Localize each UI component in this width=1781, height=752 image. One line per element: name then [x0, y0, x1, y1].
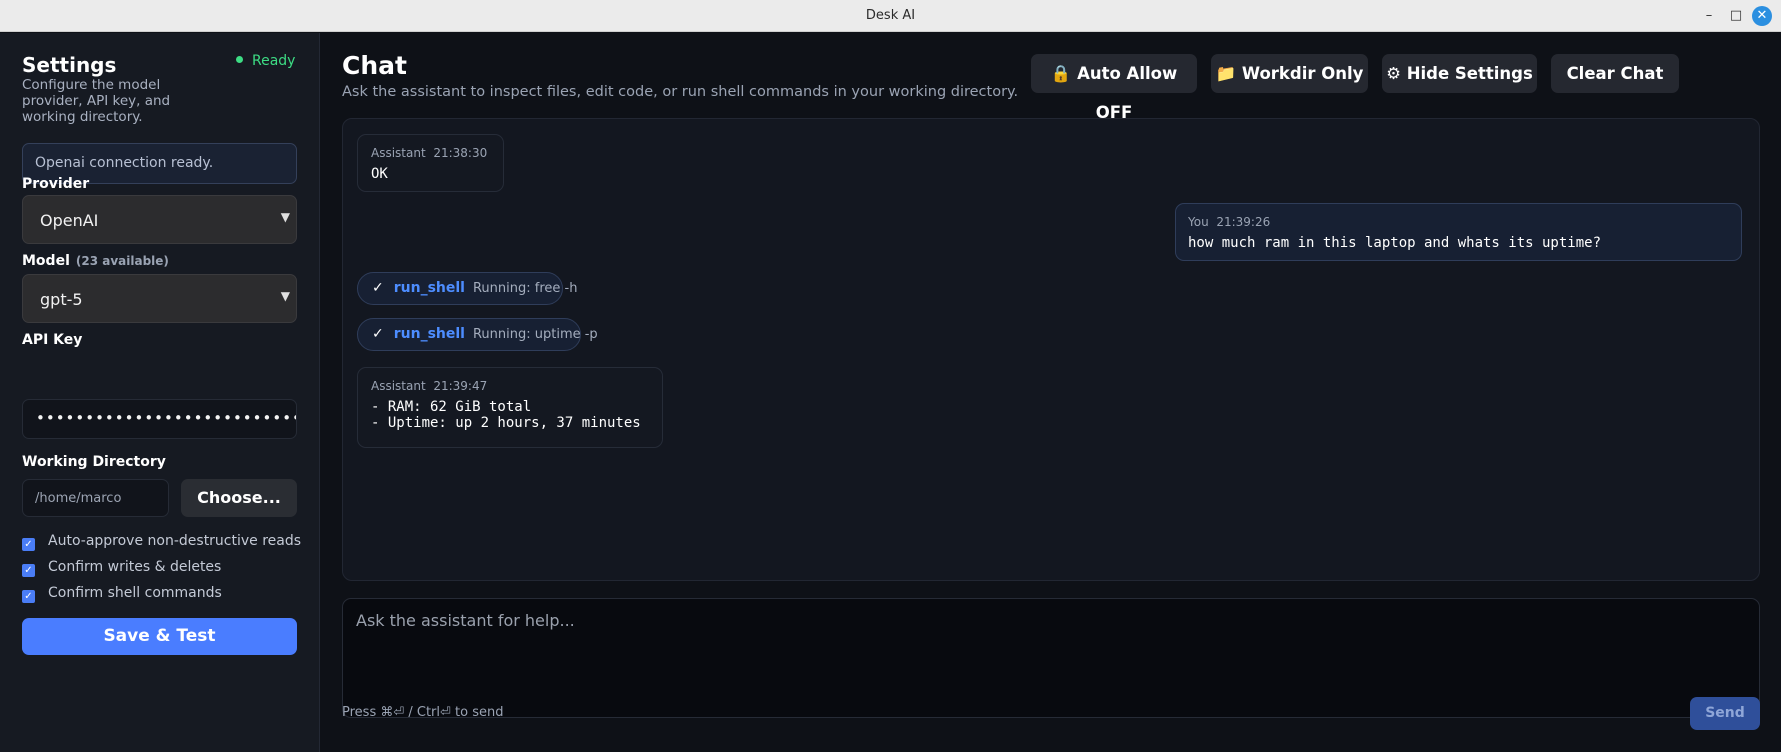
send-hint: Press ⌘⏎ / Ctrl⏎ to send [342, 705, 504, 720]
working-directory-field[interactable]: /home/marco [22, 479, 169, 517]
checkbox-label: Auto-approve non-destructive reads [48, 533, 302, 549]
provider-value: OpenAI [40, 211, 99, 230]
status-badge: Ready [236, 53, 295, 69]
chat-input[interactable]: Ask the assistant for help... ◢ [342, 598, 1760, 718]
message-body: OK [371, 166, 388, 182]
message-body: - RAM: 62 GiB total - Uptime: up 2 hours… [371, 399, 641, 431]
checkbox-checked-icon[interactable]: ✓ [22, 564, 35, 577]
model-select[interactable]: gpt-5 ▼ [22, 274, 297, 323]
auto-allow-button[interactable]: 🔒 Auto Allow OFF [1031, 54, 1197, 122]
chat-messages[interactable]: Assistant 21:38:30 OK You 21:39:26 how m… [342, 118, 1760, 581]
user-message: You 21:39:26 how much ram in this laptop… [1175, 203, 1742, 261]
maximize-icon[interactable]: □ [1726, 6, 1746, 26]
message-time: 21:39:47 [433, 379, 488, 393]
checkbox-checked-icon[interactable]: ✓ [22, 590, 35, 603]
tool-call-chip[interactable]: ✓ run_shell Running: free -h [357, 272, 577, 305]
choose-directory-button[interactable]: Choose... [181, 479, 297, 517]
tool-name: run_shell [393, 280, 465, 296]
settings-description: Configure the model provider, API key, a… [22, 77, 171, 125]
checkbox-label: Confirm writes & deletes [48, 559, 222, 575]
model-label: Model (23 available) [22, 253, 169, 269]
message-body: how much ram in this laptop and whats it… [1188, 235, 1602, 251]
minimize-icon[interactable]: – [1699, 6, 1719, 26]
message-meta: Assistant 21:38:30 [371, 146, 490, 160]
api-key-label: API Key [22, 332, 83, 348]
page-title: Chat [342, 51, 407, 80]
clear-chat-button[interactable]: Clear Chat [1551, 54, 1679, 93]
save-test-button[interactable]: Save & Test [22, 618, 297, 655]
provider-select[interactable]: OpenAI ▼ [22, 195, 297, 244]
message-time: 21:39:26 [1216, 215, 1271, 229]
checkbox-confirm-writes[interactable]: ✓ Confirm writes & deletes [22, 559, 222, 577]
model-label-text: Model [22, 253, 70, 269]
model-count: (23 available) [75, 254, 169, 268]
checkbox-checked-icon[interactable]: ✓ [22, 538, 35, 551]
message-time: 21:38:30 [433, 146, 488, 160]
tool-name: run_shell [393, 326, 465, 342]
tool-status: Running: uptime -p [472, 327, 598, 342]
chevron-down-icon: ▼ [280, 289, 290, 303]
assistant-message: Assistant 21:38:30 OK [357, 134, 504, 192]
message-role: Assistant [371, 146, 426, 160]
chevron-down-icon: ▼ [280, 210, 290, 224]
hide-settings-button[interactable]: ⚙ Hide Settings [1382, 54, 1537, 93]
model-value: gpt-5 [40, 290, 83, 309]
checkmark-icon: ✓ [372, 280, 384, 296]
settings-sidebar: Settings Ready Configure the model provi… [0, 33, 320, 752]
checkbox-auto-approve[interactable]: ✓ Auto-approve non-destructive reads [22, 533, 302, 551]
send-button[interactable]: Send [1690, 697, 1760, 730]
tool-status: Running: free -h [472, 281, 578, 296]
checkbox-confirm-shell[interactable]: ✓ Confirm shell commands [22, 585, 222, 603]
title-bar: Desk AI – □ ✕ [0, 0, 1781, 32]
status-text: Ready [252, 53, 296, 69]
workdir-only-button[interactable]: 📁 Workdir Only [1211, 54, 1368, 93]
checkmark-icon: ✓ [372, 326, 384, 342]
chat-panel: Chat Ask the assistant to inspect files,… [321, 33, 1781, 752]
settings-title: Settings [22, 53, 117, 77]
provider-label: Provider [22, 176, 90, 192]
message-role: Assistant [371, 379, 426, 393]
working-directory-label: Working Directory [22, 454, 166, 470]
message-role: You [1188, 215, 1209, 229]
window-title: Desk AI [865, 8, 916, 23]
api-key-field[interactable]: •••••••••••••••••••••••••••••••••• [22, 399, 297, 439]
tool-call-chip[interactable]: ✓ run_shell Running: uptime -p [357, 318, 598, 351]
close-icon[interactable]: ✕ [1752, 6, 1772, 26]
assistant-message: Assistant 21:39:47 - RAM: 62 GiB total -… [357, 367, 663, 448]
page-subtitle: Ask the assistant to inspect files, edit… [342, 84, 1019, 100]
chat-input-placeholder: Ask the assistant for help... [356, 611, 575, 630]
status-dot-icon [236, 56, 243, 63]
message-meta: Assistant 21:39:47 [371, 379, 649, 393]
checkbox-label: Confirm shell commands [48, 585, 222, 601]
message-meta: You 21:39:26 [1188, 215, 1729, 229]
